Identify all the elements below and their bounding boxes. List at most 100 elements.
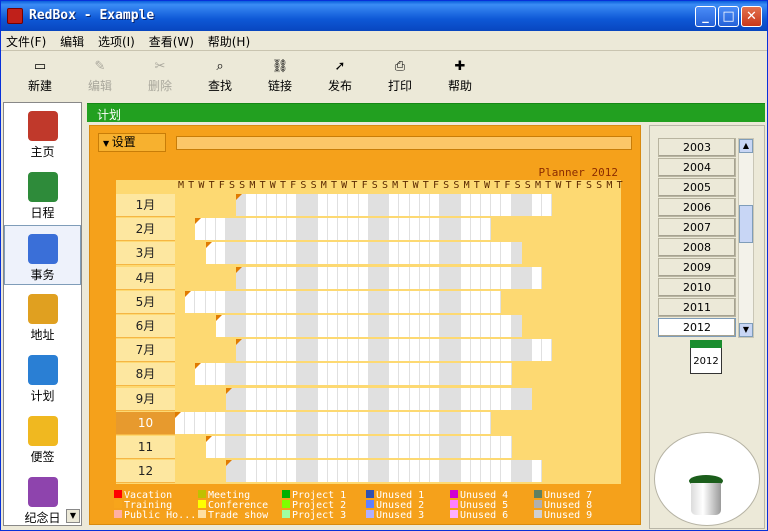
day-cell[interactable] [409, 363, 420, 386]
day-cell[interactable] [246, 194, 257, 216]
day-cell[interactable] [307, 290, 318, 313]
day-cell[interactable] [215, 436, 226, 458]
day-cell[interactable] [328, 242, 339, 265]
year-button[interactable]: 2005 [658, 178, 736, 197]
day-cell[interactable] [226, 363, 237, 386]
day-cell[interactable] [246, 242, 257, 265]
day-cell[interactable] [317, 315, 328, 337]
day-cell[interactable] [481, 315, 492, 337]
day-cell[interactable] [215, 218, 226, 241]
day-cell[interactable] [348, 242, 359, 265]
day-cell[interactable] [358, 411, 369, 434]
day-cell[interactable] [430, 218, 441, 241]
day-cell[interactable] [358, 218, 369, 241]
day-cell[interactable] [450, 266, 461, 289]
day-cell[interactable] [440, 436, 451, 458]
day-cell[interactable] [368, 266, 379, 289]
day-cell[interactable] [297, 194, 308, 216]
day-cell[interactable] [501, 460, 512, 483]
day-cell[interactable] [256, 460, 267, 483]
day-cell[interactable] [358, 339, 369, 362]
day-cell[interactable] [348, 436, 359, 458]
day-cell[interactable] [430, 411, 441, 434]
day-cell[interactable] [338, 363, 349, 386]
day-cell[interactable] [236, 411, 247, 434]
day-cell[interactable] [430, 290, 441, 313]
day-cell[interactable] [348, 363, 359, 386]
day-cell[interactable] [460, 411, 471, 434]
day-cell[interactable] [338, 218, 349, 241]
day-cell[interactable] [440, 266, 451, 289]
day-cell[interactable] [226, 411, 237, 434]
month-row[interactable] [175, 339, 621, 362]
year-button[interactable]: 2008 [658, 238, 736, 257]
day-cell[interactable] [368, 339, 379, 362]
sidebar-item-calendar[interactable]: 日程 [4, 164, 81, 224]
year-button[interactable]: 2004 [658, 158, 736, 177]
day-cell[interactable] [521, 460, 532, 483]
day-cell[interactable] [256, 242, 267, 265]
day-cell[interactable] [328, 218, 339, 241]
day-cell[interactable] [481, 387, 492, 410]
day-cell[interactable] [399, 266, 410, 289]
maximize-button[interactable]: □ [718, 6, 739, 27]
day-cell[interactable] [297, 266, 308, 289]
day-cell[interactable] [511, 339, 522, 362]
day-cell[interactable] [358, 460, 369, 483]
menu-help[interactable]: 帮助(H) [203, 31, 255, 52]
day-cell[interactable] [460, 460, 471, 483]
sidebar-item-note[interactable]: 便签 [4, 408, 81, 468]
day-cell[interactable] [328, 315, 339, 337]
month-row[interactable] [175, 290, 621, 313]
day-cell[interactable] [501, 315, 512, 337]
month-row[interactable] [175, 411, 621, 434]
day-cell[interactable] [338, 460, 349, 483]
day-cell[interactable] [368, 363, 379, 386]
day-cell[interactable] [297, 315, 308, 337]
day-cell[interactable] [307, 387, 318, 410]
year-button[interactable]: 2010 [658, 278, 736, 297]
day-cell[interactable] [368, 436, 379, 458]
day-cell[interactable] [328, 194, 339, 216]
day-cell[interactable] [246, 218, 257, 241]
day-cell[interactable] [399, 460, 410, 483]
day-cell[interactable] [409, 218, 420, 241]
day-cell[interactable] [460, 266, 471, 289]
day-cell[interactable] [511, 460, 522, 483]
day-cell[interactable] [215, 290, 226, 313]
day-cell[interactable] [317, 266, 328, 289]
day-cell[interactable] [358, 242, 369, 265]
day-cell[interactable] [297, 339, 308, 362]
day-cell[interactable] [266, 460, 277, 483]
day-cell[interactable] [338, 411, 349, 434]
day-cell[interactable] [430, 315, 441, 337]
day-cell[interactable] [460, 218, 471, 241]
day-cell[interactable] [338, 315, 349, 337]
day-cell[interactable] [328, 387, 339, 410]
day-cell[interactable] [338, 387, 349, 410]
day-cell[interactable] [419, 194, 430, 216]
day-cell[interactable] [481, 242, 492, 265]
day-cell[interactable] [409, 315, 420, 337]
day-cell[interactable] [399, 194, 410, 216]
day-cell[interactable] [440, 194, 451, 216]
day-cell[interactable] [481, 266, 492, 289]
day-cell[interactable] [491, 436, 502, 458]
day-cell[interactable] [287, 339, 298, 362]
day-cell[interactable] [379, 411, 390, 434]
toolbar-button-print[interactable]: ⎙ 打印 [373, 55, 427, 97]
day-cell[interactable] [277, 387, 288, 410]
close-button[interactable]: ✕ [741, 6, 762, 27]
day-cell[interactable] [266, 242, 277, 265]
day-cell[interactable] [491, 363, 502, 386]
menu-options[interactable]: 选项(I) [93, 31, 140, 52]
day-cell[interactable] [430, 242, 441, 265]
day-cell[interactable] [440, 218, 451, 241]
day-cell[interactable] [328, 436, 339, 458]
day-cell[interactable] [470, 339, 481, 362]
day-cell[interactable] [287, 460, 298, 483]
day-cell[interactable] [256, 339, 267, 362]
day-cell[interactable] [205, 363, 216, 386]
day-cell[interactable] [460, 242, 471, 265]
day-cell[interactable] [358, 363, 369, 386]
